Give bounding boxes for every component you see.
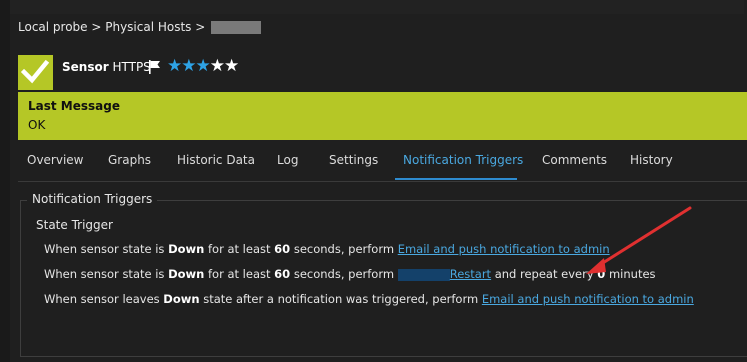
trigger-text: for at least	[208, 242, 271, 256]
breadcrumb[interactable]: Local probe > Physical Hosts >	[18, 20, 262, 34]
tab-history[interactable]: History	[630, 153, 673, 167]
redacted-action-target	[397, 268, 450, 281]
tab-bar: Overview Graphs Historic Data Log Settin…	[18, 145, 747, 182]
sensor-label: Sensor	[62, 60, 109, 74]
breadcrumb-text[interactable]: Local probe > Physical Hosts >	[18, 20, 205, 34]
redacted-host-name	[211, 21, 262, 34]
check-icon	[21, 59, 49, 84]
trigger-state: Down	[163, 292, 200, 306]
trigger-seconds: 60	[274, 267, 291, 281]
last-message-bar: Last Message OK	[18, 92, 747, 140]
tab-settings[interactable]: Settings	[329, 153, 378, 167]
trigger-text: When sensor leaves	[44, 292, 160, 306]
active-tab-indicator	[395, 178, 517, 180]
trigger-row: When sensor leaves Down state after a no…	[44, 292, 694, 306]
sensor-title: Sensor HTTPS	[62, 60, 151, 74]
tab-notification-triggers[interactable]: Notification Triggers	[403, 153, 523, 167]
tab-graphs[interactable]: Graphs	[108, 153, 151, 167]
state-trigger-heading: State Trigger	[36, 218, 113, 232]
trigger-state: Down	[168, 267, 205, 281]
last-message-label: Last Message	[28, 99, 120, 113]
window-frame-top	[0, 0, 747, 14]
star-icon[interactable]: ★	[224, 56, 239, 76]
sensor-type: HTTPS	[112, 60, 151, 74]
star-icon[interactable]: ★	[167, 56, 182, 76]
trigger-action-link[interactable]: Email and push notification to admin	[482, 292, 694, 306]
star-icon[interactable]: ★	[210, 56, 225, 76]
trigger-text: for at least	[208, 267, 271, 281]
last-message-value: OK	[28, 118, 46, 132]
star-icon[interactable]: ★	[181, 56, 196, 76]
trigger-text: When sensor state is	[44, 267, 165, 281]
trigger-text: state after a notification was triggered…	[203, 292, 479, 306]
tab-log[interactable]: Log	[277, 153, 298, 167]
arrow-annotation	[586, 206, 692, 274]
trigger-row: When sensor state is Down for at least 6…	[44, 242, 610, 256]
priority-rating[interactable]: ★★★★★	[167, 56, 239, 76]
trigger-text: seconds, perform	[293, 242, 395, 256]
tab-overview[interactable]: Overview	[27, 153, 84, 167]
window-frame-left	[0, 0, 10, 362]
tab-comments[interactable]: Comments	[542, 153, 607, 167]
tab-historic-data[interactable]: Historic Data	[177, 153, 255, 167]
notification-triggers-title: Notification Triggers	[27, 192, 158, 206]
star-icon[interactable]: ★	[196, 56, 211, 76]
trigger-text: seconds, perform	[293, 267, 395, 281]
status-check-badge	[18, 55, 53, 90]
trigger-state: Down	[168, 242, 205, 256]
trigger-action-link[interactable]: Restart	[450, 267, 491, 281]
trigger-text: When sensor state is	[44, 242, 165, 256]
trigger-seconds: 60	[274, 242, 291, 256]
flag-icon[interactable]	[148, 59, 162, 75]
